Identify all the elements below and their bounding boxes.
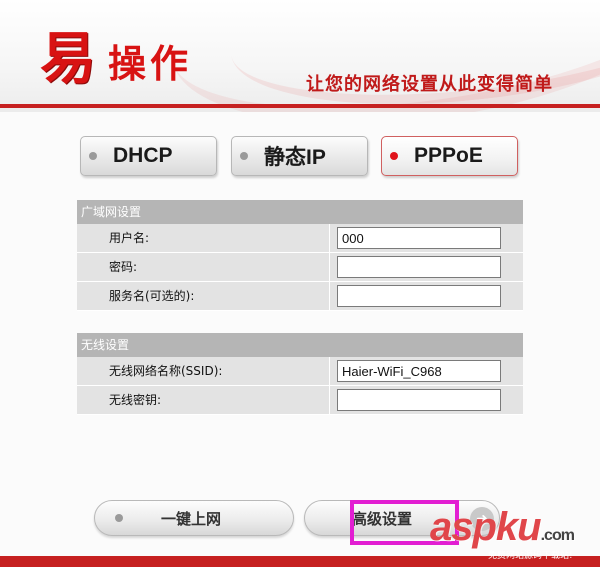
mode-label: DHCP xyxy=(113,144,173,167)
password-input[interactable] xyxy=(337,256,501,278)
divider xyxy=(329,253,330,281)
username-row: 用户名: xyxy=(77,224,523,253)
slogan: 让您的网络设置从此变得简单 xyxy=(306,74,553,95)
header-banner: 易 操作 让您的网络设置从此变得简单 xyxy=(0,0,600,112)
watermark-subtitle: 免费网站源码下载站! xyxy=(488,551,573,561)
wireless-key-row: 无线密钥: xyxy=(77,386,523,415)
ssid-label: 无线网络名称(SSID): xyxy=(109,364,223,378)
divider xyxy=(329,282,330,310)
logo-text: 操作 xyxy=(108,42,193,86)
radio-dot-icon xyxy=(89,152,97,160)
mode-label: PPPoE xyxy=(414,144,483,167)
watermark: aspku.com xyxy=(430,505,575,550)
logo-char: 易 xyxy=(40,27,96,92)
mode-button-dhcp[interactable]: DHCP xyxy=(80,136,217,176)
divider xyxy=(329,357,330,385)
one-click-connect-button[interactable]: 一键上网 xyxy=(94,500,294,536)
divider xyxy=(329,386,330,414)
wireless-key-label: 无线密钥: xyxy=(109,393,162,407)
radio-dot-icon xyxy=(390,152,398,160)
service-name-row: 服务名(可选的): xyxy=(77,282,523,311)
service-name-label: 服务名(可选的): xyxy=(109,289,195,303)
connect-label: 一键上网 xyxy=(161,509,222,528)
advanced-label: 高级设置 xyxy=(351,509,412,528)
username-label: 用户名: xyxy=(109,231,150,245)
password-label: 密码: xyxy=(109,260,138,274)
mode-button-static-ip[interactable]: 静态IP xyxy=(231,136,368,176)
mode-label: 静态IP xyxy=(264,146,326,169)
mode-button-pppoe[interactable]: PPPoE xyxy=(381,136,518,176)
radio-dot-icon xyxy=(240,152,248,160)
wireless-key-input[interactable] xyxy=(337,389,501,411)
dot-icon xyxy=(115,514,123,522)
watermark-suffix: .com xyxy=(540,527,575,544)
service-name-input[interactable] xyxy=(337,285,501,307)
header-divider xyxy=(0,104,600,108)
ssid-row: 无线网络名称(SSID): xyxy=(77,357,523,386)
watermark-main: aspku xyxy=(430,505,542,549)
divider xyxy=(329,224,330,252)
ssid-input[interactable] xyxy=(337,360,501,382)
password-row: 密码: xyxy=(77,253,523,282)
wan-section-header: 广域网设置 xyxy=(77,200,523,224)
username-input[interactable] xyxy=(337,227,501,249)
wireless-section-header: 无线设置 xyxy=(77,333,523,357)
